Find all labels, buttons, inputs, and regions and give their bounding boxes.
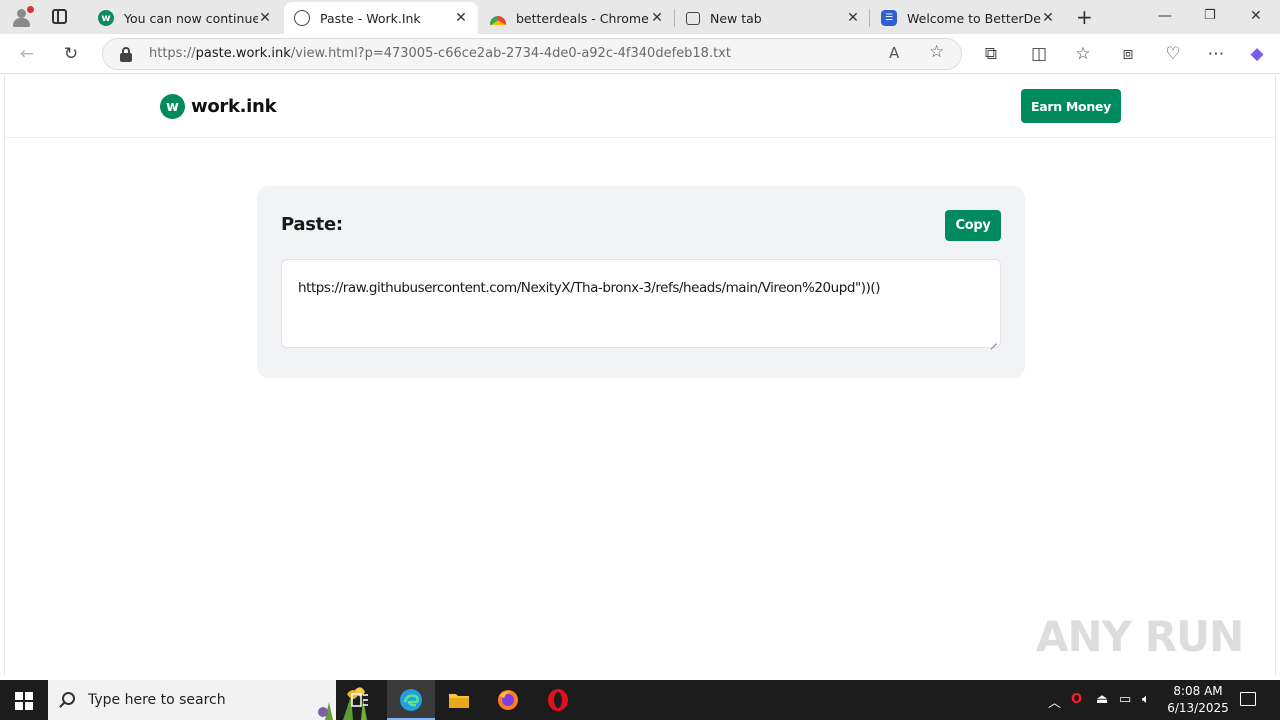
refresh-icon[interactable]: ↻ — [60, 43, 82, 65]
new-tab-page-icon — [686, 11, 700, 25]
close-icon[interactable]: ✕ — [650, 10, 664, 26]
windows-start-icon[interactable] — [15, 692, 33, 710]
paste-card: Paste: Copy https://raw.githubuserconten… — [257, 186, 1025, 378]
browser-toolbar: ← ↻ https://paste.work.ink/view.html?p=4… — [0, 34, 1280, 74]
tab-title: New tab — [710, 10, 762, 26]
new-tab-button[interactable]: + — [1076, 7, 1093, 27]
resize-handle-icon[interactable] — [990, 337, 998, 345]
close-icon[interactable]: ✕ — [258, 10, 272, 26]
browser-essentials-icon[interactable]: ♡ — [1162, 43, 1184, 65]
address-bar[interactable]: https://paste.work.ink/view.html?p=47300… — [102, 38, 962, 70]
window-close-icon[interactable]: ✕ — [1250, 8, 1262, 24]
close-icon[interactable]: ✕ — [454, 10, 468, 26]
opera-tray-icon[interactable]: O — [1071, 692, 1082, 707]
site-header: w work.ink Earn Money — [5, 75, 1275, 138]
file-explorer-icon[interactable] — [447, 688, 471, 712]
work-ink-logo-icon: w — [160, 94, 185, 119]
logo-text: work.ink — [191, 96, 277, 117]
tab-actions-icon[interactable] — [52, 9, 67, 24]
page-content: w work.ink Earn Money Paste: Copy https:… — [4, 75, 1276, 676]
tab-divider — [869, 9, 870, 27]
taskbar-search[interactable]: Type here to search — [48, 680, 367, 720]
copilot-icon[interactable]: ◆ — [1246, 43, 1268, 65]
restore-icon[interactable]: ❐ — [1204, 8, 1216, 23]
earn-money-button[interactable]: Earn Money — [1021, 89, 1121, 123]
paste-content[interactable]: https://raw.githubusercontent.com/Nexity… — [298, 280, 880, 296]
firefox-icon[interactable] — [496, 688, 520, 712]
split-screen-icon[interactable]: ◫ — [1028, 43, 1050, 65]
extensions-icon[interactable]: ⧉ — [980, 43, 1002, 65]
tab-title: Paste - Work.Ink — [320, 10, 421, 26]
clock-time: 8:08 AM — [1173, 684, 1223, 698]
tab-title: You can now continue! — [124, 10, 258, 26]
taskbar: Type here to search ︿ O ⏏ ▭ 🔈︎ 8:08 AM 6… — [0, 680, 1280, 720]
tab-new-tab[interactable]: New tab ✕ — [676, 2, 870, 34]
profile-icon[interactable] — [10, 6, 34, 28]
anyrun-watermark: ANY RUN — [1036, 612, 1244, 661]
clock-date: 6/13/2025 — [1167, 701, 1229, 715]
search-icon — [62, 692, 75, 705]
tab-title: Welcome to BetterDeals — [907, 10, 1041, 26]
task-view-icon[interactable] — [348, 688, 372, 712]
show-hidden-icons-icon[interactable]: ︿ — [1048, 692, 1061, 711]
work-ink-icon: w — [98, 10, 114, 26]
favorites-icon[interactable]: ☆ — [1072, 43, 1094, 65]
rainbow-icon — [490, 15, 506, 25]
back-icon[interactable]: ← — [16, 43, 38, 65]
paste-title: Paste: — [281, 214, 343, 235]
system-clock[interactable]: 8:08 AM 6/13/2025 — [1160, 683, 1236, 717]
close-icon[interactable]: ✕ — [1041, 10, 1055, 26]
usb-device-icon[interactable]: ⏏ — [1096, 692, 1108, 707]
close-icon[interactable]: ✕ — [846, 10, 860, 26]
network-icon[interactable]: ▭ — [1119, 692, 1131, 707]
edge-icon[interactable] — [399, 688, 423, 712]
more-options-icon[interactable]: ⋯ — [1205, 43, 1227, 65]
tab-paste-work-ink[interactable]: Paste - Work.Ink ✕ — [284, 2, 478, 34]
globe-icon — [294, 10, 310, 26]
favorite-star-icon[interactable]: ☆ — [929, 42, 944, 62]
paste-textarea[interactable]: https://raw.githubusercontent.com/Nexity… — [281, 259, 1001, 348]
volume-icon[interactable]: 🔈︎ — [1142, 692, 1150, 707]
opera-icon[interactable] — [546, 688, 570, 712]
tab-divider — [674, 9, 675, 27]
search-placeholder: Type here to search — [88, 692, 226, 708]
tab-betterdeals-chrome-web[interactable]: betterdeals - Chrome We ✕ — [480, 2, 674, 34]
minimize-icon[interactable]: — — [1158, 8, 1172, 24]
tab-strip: w You can now continue! ✕ Paste - Work.I… — [0, 0, 1280, 34]
copy-button[interactable]: Copy — [945, 210, 1001, 241]
tab-welcome-to-betterdeals[interactable]: ☰ Welcome to BetterDeals ✕ — [871, 2, 1065, 34]
betterdeals-icon: ☰ — [881, 10, 897, 26]
tab-you-can-now-continue[interactable]: w You can now continue! ✕ — [88, 2, 282, 34]
read-aloud-icon[interactable]: A — [889, 44, 899, 62]
tab-title: betterdeals - Chrome We — [516, 10, 650, 26]
url-text[interactable]: https://paste.work.ink/view.html?p=47300… — [149, 46, 731, 61]
lock-icon[interactable] — [119, 47, 133, 62]
collections-icon[interactable]: ⧈ — [1117, 43, 1139, 65]
site-logo[interactable]: w work.ink — [160, 94, 277, 119]
notifications-icon[interactable] — [1240, 692, 1256, 706]
